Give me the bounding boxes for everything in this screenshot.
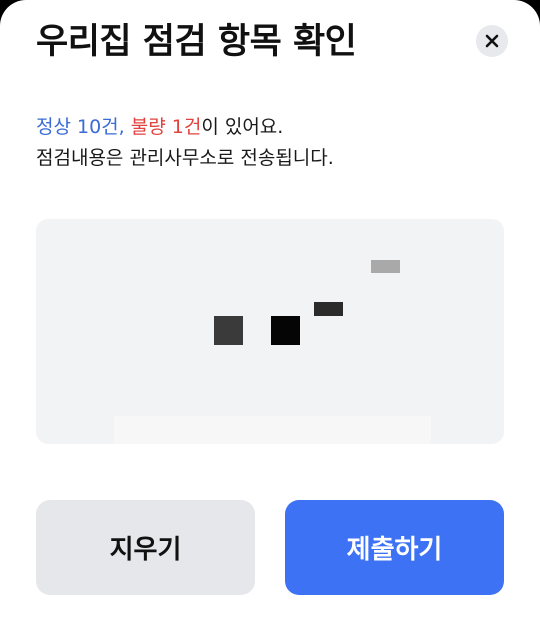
pad-baseline [114,416,431,444]
clear-button[interactable]: 지우기 [36,500,255,595]
summary-line-2: 점검내용은 관리사무소로 전송됩니다. [36,147,334,169]
inspection-confirm-sheet: 우리집 점검 항목 확인 정상 10건, 불량 1건이 있어요. 점검내용은 관… [0,0,540,630]
signature-stroke [371,260,400,273]
defect-count: 불량 1건 [130,116,202,138]
dialog-title: 우리집 점검 항목 확인 [36,22,357,62]
signature-stroke [314,302,343,316]
close-icon [485,34,499,48]
inspection-summary: 정상 10건, 불량 1건이 있어요. 점검내용은 관리사무소로 전송됩니다. [36,112,334,174]
summary-suffix: 이 있어요. [201,116,284,138]
close-button[interactable] [476,25,508,57]
signature-pad[interactable] [36,219,504,444]
summary-line-1: 정상 10건, 불량 1건이 있어요. [36,112,334,143]
submit-button[interactable]: 제출하기 [285,500,504,595]
signature-stroke [214,316,243,345]
signature-stroke [271,316,300,345]
normal-count: 정상 10건, [36,116,125,138]
